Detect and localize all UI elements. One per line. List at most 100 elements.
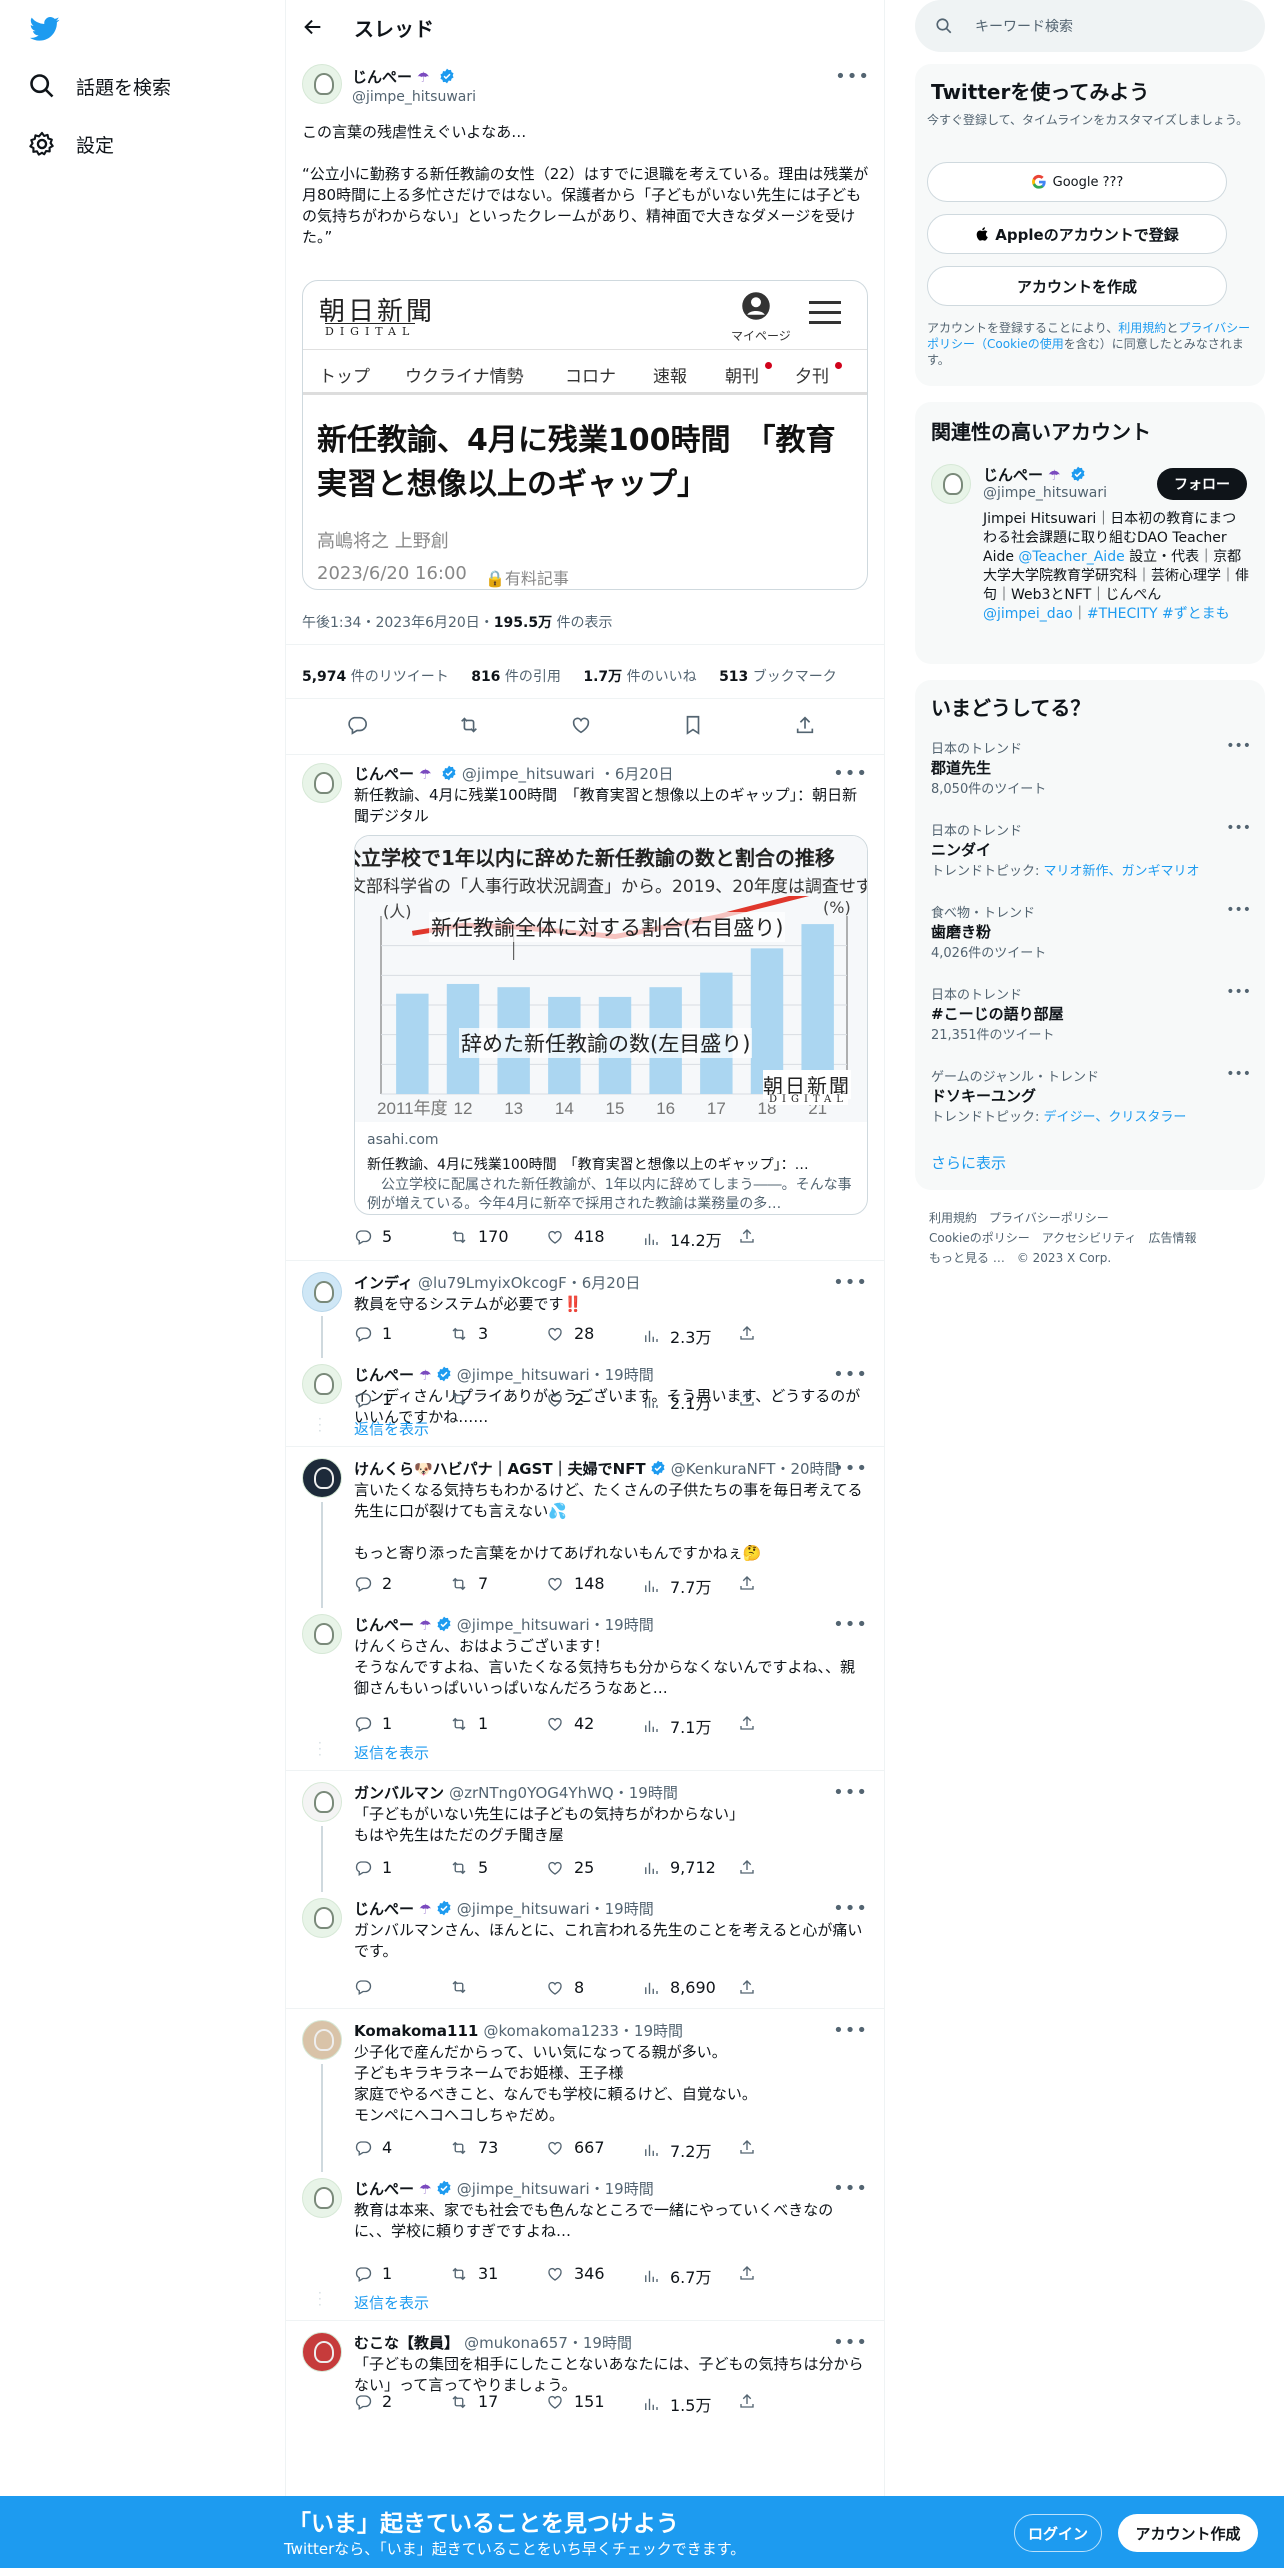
- author-name[interactable]: ガンバルマン: [354, 1784, 444, 1802]
- reply-tweet[interactable]: じんぺー ☂ @jimpe_hitsuwari ・6月20日 ••• 新任教諭、…: [286, 755, 884, 1260]
- author-name[interactable]: けんくら🐶ハビパナ｜AGST｜夫婦でNFT: [354, 1460, 646, 1478]
- reply-tweet[interactable]: Komakoma111 @komakoma1233・19時間 ••• 少子化で産んだ…: [286, 2010, 884, 2172]
- link-card[interactable]: 公立学校で1年以内に辞めた新任教諭の数と割合の推移 文部科学省の「人事行政状況調…: [354, 835, 868, 1215]
- reply-tweet[interactable]: じんぺー ☂ @jimpe_hitsuwari・19時間 ••• けんくらさん、おは…: [286, 1604, 884, 1770]
- create-account-button[interactable]: アカウントを作成: [927, 266, 1227, 306]
- reply-button[interactable]: 4: [354, 2138, 392, 2157]
- reply-tweet[interactable]: じんぺー ☂ @jimpe_hitsuwari・19時間 ••• 教育は本来、家でも…: [286, 2168, 884, 2320]
- author-name[interactable]: じんぺー: [983, 466, 1043, 484]
- author-name[interactable]: じんぺー: [354, 1366, 414, 1384]
- reply-button[interactable]: 1: [354, 2264, 392, 2283]
- author-name[interactable]: じんぺー: [354, 1900, 414, 1918]
- like-button[interactable]: [570, 714, 602, 736]
- show-replies-link[interactable]: 返信を表示: [354, 2292, 429, 2313]
- author-handle[interactable]: @jimpe_hitsuwari: [457, 1900, 590, 1918]
- views-button[interactable]: 8,690: [642, 1978, 716, 1997]
- more-icon[interactable]: •••: [1226, 902, 1251, 918]
- author-handle[interactable]: @lu79LmyixOkcogF: [418, 1274, 567, 1292]
- like-button[interactable]: 346: [546, 2264, 605, 2283]
- avatar[interactable]: [302, 1364, 342, 1404]
- author-handle[interactable]: @zrNTng0YOG4YhWQ: [449, 1784, 614, 1802]
- more-icon[interactable]: •••: [1226, 820, 1251, 836]
- views-button[interactable]: 6.7万: [642, 2264, 711, 2288]
- terms-link[interactable]: 利用規約: [1118, 321, 1166, 335]
- reply-tweet[interactable]: ガンバルマン @zrNTng0YOG4YhWQ・19時間 ••• 「子どもがいない先…: [286, 1772, 884, 1892]
- more-icon[interactable]: •••: [1226, 984, 1251, 1000]
- reply-tweet[interactable]: むこな【教員】 @mukona657・19時間 ••• 「子どもの集団を相手にしたこ…: [286, 2322, 884, 2422]
- like-button[interactable]: 667: [546, 2138, 605, 2157]
- more-icon[interactable]: •••: [833, 1782, 868, 1803]
- footer-link[interactable]: 広告情報: [1148, 1231, 1196, 1245]
- reply-button[interactable]: [346, 714, 378, 736]
- avatar[interactable]: [302, 64, 342, 104]
- sidebar-item-explore[interactable]: 話題を検索: [28, 66, 171, 106]
- retweet-button[interactable]: 7: [450, 1574, 488, 1593]
- views-button[interactable]: 2.3万: [642, 1324, 711, 1348]
- like-button[interactable]: 418: [546, 1227, 605, 1246]
- bookmark-button[interactable]: [682, 714, 714, 736]
- reply-button[interactable]: 5: [354, 1227, 392, 1246]
- search-input[interactable]: キーワード検索: [975, 16, 1073, 36]
- retweet-button[interactable]: 73: [450, 2138, 498, 2157]
- retweet-button[interactable]: 5: [450, 1858, 488, 1877]
- views-button[interactable]: 7.7万: [642, 1574, 711, 1598]
- more-icon[interactable]: •••: [833, 2020, 868, 2041]
- author-handle[interactable]: @jimpe_hitsuwari: [352, 89, 476, 105]
- share-button[interactable]: [738, 1858, 766, 1876]
- author-name[interactable]: じんぺー: [354, 1616, 414, 1634]
- more-icon[interactable]: •••: [833, 763, 868, 784]
- like-button[interactable]: 151: [546, 2392, 605, 2411]
- author-handle[interactable]: @jimpe_hitsuwari: [983, 485, 1107, 501]
- avatar[interactable]: [302, 1458, 342, 1498]
- author-handle[interactable]: @mukona657: [464, 2334, 568, 2352]
- reply-tweet[interactable]: じんぺー ☂ @jimpe_hitsuwari・19時間 ••• インディさんリプラ…: [286, 1354, 884, 1446]
- like-button[interactable]: 42: [546, 1714, 594, 1733]
- share-button[interactable]: [738, 1574, 766, 1592]
- more-icon[interactable]: •••: [833, 1458, 868, 1479]
- author-name[interactable]: じんぺー: [354, 2180, 414, 2198]
- more-icon[interactable]: •••: [833, 2332, 868, 2353]
- more-icon[interactable]: •••: [833, 1364, 868, 1385]
- reply-button[interactable]: 2: [354, 1574, 392, 1593]
- retweet-button[interactable]: 170: [450, 1227, 509, 1246]
- more-icon[interactable]: •••: [1226, 738, 1251, 754]
- like-button[interactable]: 8: [546, 1978, 584, 1997]
- retweet-button[interactable]: 31: [450, 2264, 498, 2283]
- avatar[interactable]: [302, 2178, 342, 2218]
- bio-link[interactable]: @Teacher_Aide: [1018, 549, 1124, 565]
- avatar[interactable]: [302, 1614, 342, 1654]
- author-name[interactable]: Komakoma111: [354, 2022, 478, 2040]
- author-handle[interactable]: @jimpe_hitsuwari: [457, 1366, 590, 1384]
- views-button[interactable]: 7.2万: [642, 2138, 711, 2162]
- reply-tweet[interactable]: けんくら🐶ハビパナ｜AGST｜夫婦でNFT @KenkuraNFT・20時間 ••…: [286, 1448, 884, 1608]
- author-handle[interactable]: @jimpe_hitsuwari: [457, 2180, 590, 2198]
- avatar[interactable]: [302, 763, 342, 803]
- views-button[interactable]: 9,712: [642, 1858, 716, 1877]
- like-button[interactable]: 148: [546, 1574, 605, 1593]
- reply-button[interactable]: 1: [354, 1324, 392, 1343]
- author-name[interactable]: じんぺー: [352, 68, 412, 86]
- reply-button[interactable]: 1: [354, 1390, 392, 1409]
- views-button[interactable]: 7.1万: [642, 1714, 711, 1738]
- share-button[interactable]: [738, 2138, 766, 2156]
- share-button[interactable]: [738, 1324, 766, 1342]
- avatar[interactable]: [302, 2332, 342, 2372]
- retweet-button[interactable]: 1: [450, 1714, 488, 1733]
- signup-button[interactable]: アカウント作成: [1118, 2514, 1258, 2552]
- share-button[interactable]: [738, 1714, 766, 1732]
- reply-button[interactable]: [354, 1978, 382, 1996]
- google-signup-button[interactable]: Google ???: [927, 162, 1227, 202]
- avatar[interactable]: [302, 1272, 342, 1312]
- footer-link[interactable]: プライバシーポリシー: [989, 1211, 1109, 1225]
- trend-item[interactable]: 食べ物・トレンド 歯磨き粉 4,026件のツイート •••: [931, 902, 1251, 961]
- apple-signup-button[interactable]: Appleのアカウントで登録: [927, 214, 1227, 254]
- twitter-logo-icon[interactable]: [28, 14, 62, 44]
- share-button[interactable]: [794, 714, 826, 736]
- more-icon[interactable]: •••: [833, 1614, 868, 1635]
- footer-link[interactable]: 利用規約: [929, 1211, 977, 1225]
- share-button[interactable]: [738, 1978, 766, 1996]
- author-handle[interactable]: @jimpe_hitsuwari: [457, 1616, 590, 1634]
- retweet-button[interactable]: 3: [450, 1324, 488, 1343]
- reply-button[interactable]: 1: [354, 1714, 392, 1733]
- avatar[interactable]: [302, 2020, 342, 2060]
